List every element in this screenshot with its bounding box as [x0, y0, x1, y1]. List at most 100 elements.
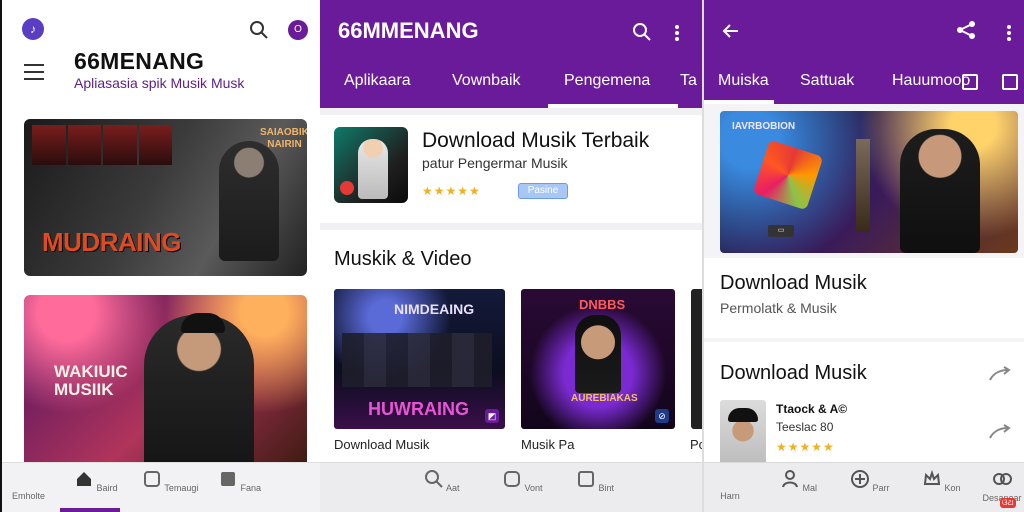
top-bar: ♪ O 66MENANG Apliasasia spik Musik Musk — [2, 0, 320, 110]
app-thumbnail — [334, 127, 408, 203]
nav-item-1[interactable]: Vont — [502, 469, 543, 493]
featured-app-card[interactable]: Download Musik Terbaik patur Pengermar M… — [320, 115, 702, 223]
nav-item-3[interactable]: Kon — [922, 469, 961, 493]
hero-banner[interactable]: IAVRBOBION ▭ — [720, 111, 1018, 253]
info-card-1[interactable]: Download Musik Permolatk & Musik — [704, 258, 1024, 338]
guitarist-image — [144, 315, 254, 470]
tab-1[interactable]: Vownbaik — [452, 72, 521, 90]
hero-chip: ▭ — [768, 225, 794, 237]
tower-graphic — [856, 139, 870, 231]
nav-item-0[interactable]: Harn — [720, 469, 740, 501]
share-arrow-icon[interactable] — [988, 366, 1014, 384]
screen-detail: Muiska Sattuak Hauumooo IAVRBOBION ▭ Dow… — [702, 0, 1024, 512]
tab-2[interactable]: Hauumooo — [892, 72, 970, 90]
nav-label: Temaugi — [164, 483, 199, 493]
nav-label: Harn — [720, 491, 740, 501]
tab-bar: Aplikaara Vownbaik Pengemena Ta — [320, 62, 702, 108]
thumb-caption: Download Musik — [334, 437, 430, 452]
nav-item-1[interactable]: Mal — [780, 469, 817, 493]
video-thumb-1[interactable]: NIMDEAING HUWRAING ◩ — [334, 289, 505, 429]
rating-stars: ★★★★★ — [776, 440, 835, 454]
menu-icon[interactable] — [24, 64, 44, 80]
poster-grid — [32, 125, 172, 165]
featured-card-2[interactable]: WAKIUIC MUSIIK — [24, 295, 307, 470]
app-title: 66MENANG — [74, 48, 205, 74]
nav-label: Baird — [96, 483, 118, 493]
top-bar: Muiska Sattuak Hauumooo — [704, 0, 1024, 104]
singer-image — [575, 315, 621, 393]
info-card-2[interactable]: Download Musik Ttaock & A© Teeslac 80 ★★… — [704, 342, 1024, 464]
search-icon — [425, 470, 443, 488]
notification-badge: ଓଥ — [1000, 498, 1016, 508]
more-icon[interactable] — [1006, 24, 1012, 42]
featured-card-1[interactable]: SAIAOBIK NAIRIN MUDRAING — [24, 119, 307, 276]
tab-3[interactable]: Ta — [680, 72, 697, 90]
hat-shape — [181, 313, 225, 333]
screen-home: ♪ O 66MENANG Apliasasia spik Musik Musk … — [0, 0, 320, 512]
nav-label: Kon — [944, 483, 961, 493]
app-icon — [504, 471, 520, 487]
nav-item-2[interactable]: Bint — [576, 469, 614, 493]
nav-item-2[interactable]: Temaugi — [142, 469, 198, 493]
record-icon — [340, 181, 354, 195]
active-indicator — [60, 508, 120, 512]
card-subtitle: Permolatk & Musik — [720, 300, 837, 316]
thumb-caption: Pc — [690, 437, 702, 452]
nav-item-0[interactable]: Aat — [424, 469, 460, 493]
app-subtitle: Apliasasia spik Musik Musk — [74, 75, 245, 91]
chat-icon — [993, 473, 1012, 485]
install-button[interactable]: Pasine — [518, 183, 568, 199]
thumb-top-text: DNBBS — [579, 297, 626, 312]
tab-2[interactable]: Pengemena — [564, 72, 650, 90]
more-icon[interactable] — [674, 24, 680, 42]
bottom-nav: Emholte Baird Temaugi Fana — [2, 462, 320, 512]
app-title: 66MMENANG — [338, 18, 479, 43]
track-title: Ttaock & A© — [776, 402, 848, 416]
profile-avatar[interactable]: O — [288, 20, 308, 40]
checkbox-icon[interactable] — [962, 74, 978, 90]
tab-indicator — [548, 104, 678, 108]
nav-label: Fana — [240, 483, 262, 493]
card-title: WAKIUIC MUSIIK — [54, 362, 128, 399]
nav-label: Bint — [598, 483, 615, 493]
tab-0[interactable]: Aplikaara — [344, 72, 411, 90]
search-icon[interactable] — [632, 22, 652, 42]
add-icon — [851, 470, 869, 488]
screen-download: 66MMENANG Aplikaara Vownbaik Pengemena T… — [320, 0, 702, 512]
card-small-title: SAIAOBIK NAIRIN — [260, 127, 307, 150]
crown-icon — [923, 469, 941, 485]
edit-icon[interactable] — [1002, 74, 1018, 90]
card-title: Download Musik — [720, 272, 867, 294]
band-image — [342, 333, 492, 387]
nav-label: Emholte — [12, 491, 46, 501]
hero-label: IAVRBOBION — [732, 121, 796, 132]
nav-item-home[interactable]: Baird — [74, 469, 118, 493]
home-icon — [77, 472, 91, 486]
nav-label: Aat — [446, 483, 460, 493]
nav-label: Mal — [802, 483, 818, 493]
nav-item-0[interactable]: Emholte — [12, 469, 45, 501]
nav-item-2[interactable]: Parr — [850, 469, 890, 493]
tab-1[interactable]: Sattuak — [800, 72, 854, 90]
top-bar: 66MMENANG Aplikaara Vownbaik Pengemena T… — [320, 0, 702, 108]
thumb-bottom-text: AUREBIAKAS — [571, 393, 638, 404]
video-thumb-2[interactable]: DNBBS AUREBIAKAS ⊘ — [521, 289, 675, 429]
tab-indicator — [704, 100, 774, 104]
nav-label: Parr — [872, 483, 890, 493]
guitarist-image — [219, 141, 279, 261]
singer-image — [900, 129, 980, 253]
card-title: Download Musik — [720, 362, 867, 384]
music-video-section: Muskik & Video NIMDEAING HUWRAING ◩ DNBB… — [320, 230, 702, 462]
track-thumbnail — [720, 400, 766, 464]
share-arrow-icon[interactable] — [988, 424, 1014, 442]
user-icon — [782, 470, 798, 488]
share-icon[interactable] — [956, 20, 976, 40]
back-arrow-icon[interactable] — [722, 22, 740, 40]
card-big-title: MUDRAING — [42, 227, 182, 257]
tab-0[interactable]: Muiska — [718, 72, 769, 90]
nav-item-3[interactable]: Fana — [218, 469, 261, 493]
track-subtitle: Teeslac 80 — [776, 420, 834, 434]
thumb-top-text: NIMDEAING — [394, 301, 475, 317]
search-icon[interactable] — [248, 19, 270, 41]
video-thumb-3[interactable] — [691, 289, 702, 429]
